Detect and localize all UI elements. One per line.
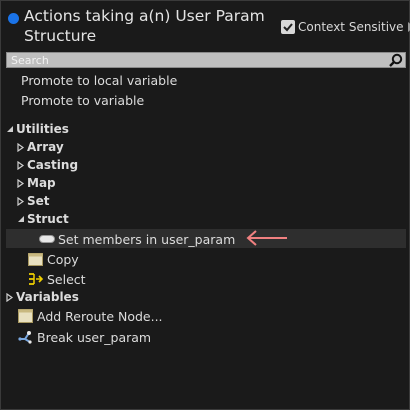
category-variables[interactable]: Variables: [6, 287, 79, 307]
menu-item-label: Copy: [47, 251, 79, 267]
reroute-node-icon: [18, 309, 33, 323]
category-label: Utilities: [16, 122, 69, 136]
checkmark-icon: [283, 23, 293, 32]
copy-node-icon: [28, 252, 43, 266]
collapsed-arrow-icon: [17, 178, 25, 188]
action-menu-panel: Actions taking a(n) User Param Structure…: [0, 0, 410, 410]
expanded-arrow-icon: [7, 126, 13, 132]
context-sensitive-label: Context Sensitive: [298, 20, 404, 34]
collapsed-arrow-icon: [17, 196, 25, 206]
menu-item-promote-variable[interactable]: Promote to variable: [21, 90, 144, 110]
category-struct[interactable]: Struct: [17, 209, 69, 229]
search-icon[interactable]: [388, 53, 403, 68]
menu-item-break-param[interactable]: Break user_param: [18, 327, 151, 347]
category-label: Map: [27, 176, 56, 190]
context-sensitive-toggle[interactable]: Context Sensitive: [281, 18, 410, 36]
node-color-dot: [8, 13, 19, 24]
category-label: Struct: [27, 212, 69, 226]
struct-node-icon: [39, 235, 55, 243]
menu-item-label: Promote to local variable: [21, 72, 178, 88]
category-casting[interactable]: Casting: [17, 155, 78, 175]
expanded-arrow-icon: [18, 216, 24, 222]
menu-item-label: Add Reroute Node...: [37, 308, 163, 324]
category-label: Set: [27, 194, 50, 208]
left-arrow-icon: [246, 230, 287, 246]
menu-item-copy[interactable]: Copy: [28, 249, 79, 269]
menu-item-label: Promote to variable: [21, 92, 145, 108]
category-label: Variables: [16, 290, 79, 304]
select-node-icon: [29, 273, 44, 285]
menu-item-label: Break user_param: [37, 329, 152, 345]
category-array[interactable]: Array: [17, 137, 64, 157]
collapsed-arrow-icon: [6, 292, 14, 302]
category-map[interactable]: Map: [17, 173, 56, 193]
category-set[interactable]: Set: [17, 191, 50, 211]
menu-item-select[interactable]: Select: [28, 269, 86, 289]
search-box[interactable]: [6, 52, 406, 68]
menu-item-add-reroute[interactable]: Add Reroute Node...: [18, 306, 163, 326]
menu-item-promote-local[interactable]: Promote to local variable: [21, 70, 177, 90]
collapsed-arrow-icon: [17, 160, 25, 170]
category-utilities[interactable]: Utilities: [6, 119, 69, 139]
collapsed-arrow-icon: [17, 142, 25, 152]
category-label: Casting: [27, 158, 79, 172]
menu-header: Actions taking a(n) User Param Structure…: [1, 1, 410, 49]
menu-item-label: Select: [47, 271, 86, 287]
menu-title: Actions taking a(n) User Param Structure: [24, 7, 265, 45]
menu-item-set-members[interactable]: Set members in user_param: [39, 229, 235, 249]
category-label: Array: [27, 140, 64, 154]
break-struct-icon: [18, 331, 32, 344]
search-input[interactable]: [11, 53, 371, 67]
context-sensitive-checkbox[interactable]: [281, 20, 295, 34]
menu-item-label: Set members in user_param: [58, 231, 236, 247]
